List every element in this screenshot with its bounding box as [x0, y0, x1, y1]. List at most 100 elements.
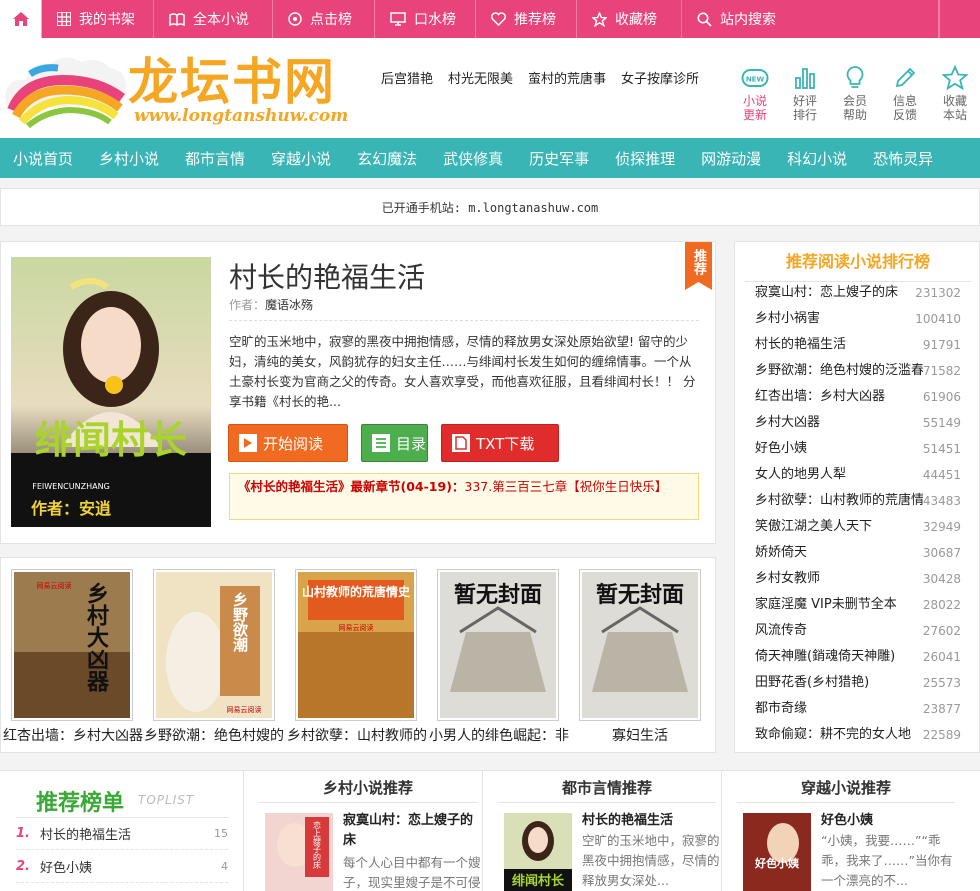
rank-item-name[interactable]: 红杏出墙：乡村大凶器 [755, 384, 885, 410]
quick-novel-update[interactable]: NEW 小说 更新 [735, 62, 775, 122]
rank-item[interactable]: 乡村女教师 30428 [755, 566, 961, 592]
rank-item[interactable]: 田野花香(乡村猎艳) 25573 [755, 670, 961, 696]
nav-item[interactable]: 武侠修真 [430, 148, 516, 169]
rec-heading[interactable]: 穿越小说推荐 [737, 771, 955, 803]
nav-item[interactable]: 侦探推理 [602, 148, 688, 169]
book-caption[interactable]: 红杏出墙：乡村大凶器 [3, 725, 143, 745]
rank-item-name[interactable]: 倚天神雕(銷魂倚天神雕) [755, 644, 895, 670]
featured-cover-image[interactable]: 绯闻村长 FEIWENCUNZHANG 作者：安逍 [11, 257, 211, 527]
logo-title[interactable]: 龙坛书网 [128, 42, 336, 114]
rec-heading[interactable]: 都市言情推荐 [498, 771, 716, 803]
start-reading-button[interactable]: 开始阅读 [228, 424, 348, 462]
rank-item-name[interactable]: 女人的地男人犁 [755, 462, 846, 488]
rank-item[interactable]: 红杏出墙：乡村大凶器 61906 [755, 384, 961, 410]
nav-item[interactable]: 历史军事 [516, 148, 602, 169]
book-cover[interactable]: 山村教师的荒唐情史 网易云阅读 [295, 569, 417, 721]
logo-cloud-icon[interactable] [2, 50, 130, 130]
topnav-site-search[interactable]: 站内搜索 [683, 0, 939, 38]
rec-title[interactable]: 村长的艳福生活 [582, 811, 722, 831]
book-caption[interactable]: 小男人的绯色崛起：非 [429, 725, 569, 745]
nav-item[interactable]: 玄幻魔法 [344, 148, 430, 169]
nav-item[interactable]: 乡村小说 [86, 148, 172, 169]
rank-item-name[interactable]: 笑傲江湖之美人天下 [755, 514, 872, 540]
book-cover[interactable]: 暂无封面 [579, 569, 701, 721]
topnav-saliva-rank[interactable]: 口水榜 [376, 0, 476, 38]
category-nav: 小说首页 乡村小说 都市言情 穿越小说 玄幻魔法 武侠修真 历史军事 侦探推理 … [0, 138, 980, 178]
toplist-row[interactable]: 2. 好色小姨 4 [16, 851, 228, 883]
toplist-row[interactable]: 1. 村长的艳福生活 15 [16, 818, 228, 850]
book-cover[interactable]: 乡野欲潮 网易云阅读 [153, 569, 275, 721]
rec-heading[interactable]: 乡村小说推荐 [259, 771, 477, 803]
rank-item-name[interactable]: 乡村大凶器 [755, 410, 820, 436]
topnav-full-novels[interactable]: 全本小说 [155, 0, 273, 38]
rank-item[interactable]: 乡野欲潮：绝色村嫂的泛滥春 71582 [755, 358, 961, 384]
directory-button[interactable]: 目录 [361, 424, 428, 462]
author-name[interactable]: 魔语冰殇 [265, 298, 313, 312]
topnav-favorite-rank[interactable]: 收藏榜 [578, 0, 682, 38]
rec-title[interactable]: 好色小姨 [821, 811, 961, 831]
latest-chapter-title[interactable]: 337.第三百三七章【祝你生日快乐】 [464, 479, 667, 494]
featured-title[interactable]: 村长的艳福生活 [229, 256, 425, 296]
topnav-click-rank[interactable]: 点击榜 [274, 0, 375, 38]
book-caption[interactable]: 乡野欲潮：绝色村嫂的 [144, 725, 284, 745]
latest-chapter[interactable]: 《村长的艳福生活》最新章节(04-19)：337.第三百三七章【祝你生日快乐】 [229, 473, 699, 520]
rank-item-name[interactable]: 都市奇缘 [755, 696, 807, 722]
toplist-name[interactable]: 村长的艳福生活 [40, 824, 131, 843]
rank-item[interactable]: 女人的地男人犁 44451 [755, 462, 961, 488]
topnav-label: 全本小说 [193, 12, 249, 28]
toplist-name[interactable]: 好色小姨 [40, 857, 92, 876]
rank-item[interactable]: 笑傲江湖之美人天下 32949 [755, 514, 961, 540]
book-caption[interactable]: 乡村欲孽：山村教师的 [287, 725, 427, 745]
book-caption[interactable]: 寡妇生活 [612, 725, 668, 745]
toplist-num: 1. [16, 826, 30, 841]
rank-item[interactable]: 风流传奇 27602 [755, 618, 961, 644]
rec-cover-image[interactable]: 恋上嫂子的床 [265, 813, 333, 891]
rank-item-name[interactable]: 家庭淫魔 VIP未删节全本 [755, 592, 897, 618]
quick-member-help[interactable]: 会员 帮助 [835, 62, 875, 122]
home-button[interactable] [0, 0, 42, 38]
rank-item[interactable]: 乡村小祸害 100410 [755, 306, 961, 332]
rank-item-name[interactable]: 村长的艳福生活 [755, 332, 846, 358]
rec-cover-image[interactable]: 好色小姨 [743, 813, 811, 891]
rank-item[interactable]: 村长的艳福生活 91791 [755, 332, 961, 358]
nav-item[interactable]: 穿越小说 [258, 148, 344, 169]
book-cover[interactable]: 乡村大凶器 网易云阅读 [11, 569, 133, 721]
rank-item-name[interactable]: 致命偷窥：耕不完的女人地 [755, 722, 911, 748]
hot-link[interactable]: 蛮村的荒唐事 [528, 68, 606, 87]
nav-item[interactable]: 都市言情 [172, 148, 258, 169]
rank-item-name[interactable]: 乡村欲孽：山村教师的荒唐情 [755, 488, 923, 514]
hot-link[interactable]: 后宫猎艳 [381, 68, 433, 87]
rank-item-name[interactable]: 乡村女教师 [755, 566, 820, 592]
rank-item[interactable]: 致命偷窥：耕不完的女人地 22589 [755, 722, 961, 748]
rank-item-name[interactable]: 好色小姨 [755, 436, 807, 462]
nav-item[interactable]: 科幻小说 [774, 148, 860, 169]
txt-download-button[interactable]: TXT下载 [441, 424, 559, 462]
topnav-bookshelf[interactable]: 我的书架 [43, 0, 154, 38]
quick-feedback[interactable]: 信息 反馈 [885, 62, 925, 122]
nav-item[interactable]: 网游动漫 [688, 148, 774, 169]
hot-link[interactable]: 女子按摩诊所 [621, 68, 699, 87]
rank-item[interactable]: 好色小姨 51451 [755, 436, 961, 462]
rank-item[interactable]: 倚天神雕(銷魂倚天神雕) 26041 [755, 644, 961, 670]
quick-good-rank[interactable]: 好评 排行 [785, 62, 825, 122]
rank-item-name[interactable]: 田野花香(乡村猎艳) [755, 670, 869, 696]
rank-item-name[interactable]: 乡村小祸害 [755, 306, 820, 332]
quick-bookmark-site[interactable]: 收藏 本站 [935, 62, 975, 122]
rank-item[interactable]: 都市奇缘 23877 [755, 696, 961, 722]
nav-item[interactable]: 恐怖灵异 [860, 148, 946, 169]
rank-item[interactable]: 娇娇倚天 30687 [755, 540, 961, 566]
topnav-recommend-rank[interactable]: 推荐榜 [477, 0, 577, 38]
rank-item[interactable]: 寂寞山村：恋上嫂子的床 231302 [755, 280, 961, 306]
rank-item[interactable]: 乡村大凶器 55149 [755, 410, 961, 436]
rec-title[interactable]: 寂寞山村：恋上嫂子的床 [343, 811, 483, 851]
rank-item-name[interactable]: 风流传奇 [755, 618, 807, 644]
nav-item[interactable]: 小说首页 [0, 148, 86, 169]
rec-cover-image[interactable]: 绯闻村长 [504, 813, 572, 891]
book-cover[interactable]: 暂无封面 [437, 569, 559, 721]
rank-item[interactable]: 家庭淫魔 VIP未删节全本 28022 [755, 592, 961, 618]
rank-item[interactable]: 乡村欲孽：山村教师的荒唐情 43483 [755, 488, 961, 514]
rank-item-name[interactable]: 寂寞山村：恋上嫂子的床 [755, 280, 898, 306]
hot-link[interactable]: 村光无限美 [448, 68, 513, 87]
rank-item-name[interactable]: 乡野欲潮：绝色村嫂的泛滥春 [755, 358, 923, 384]
rank-item-name[interactable]: 娇娇倚天 [755, 540, 807, 566]
